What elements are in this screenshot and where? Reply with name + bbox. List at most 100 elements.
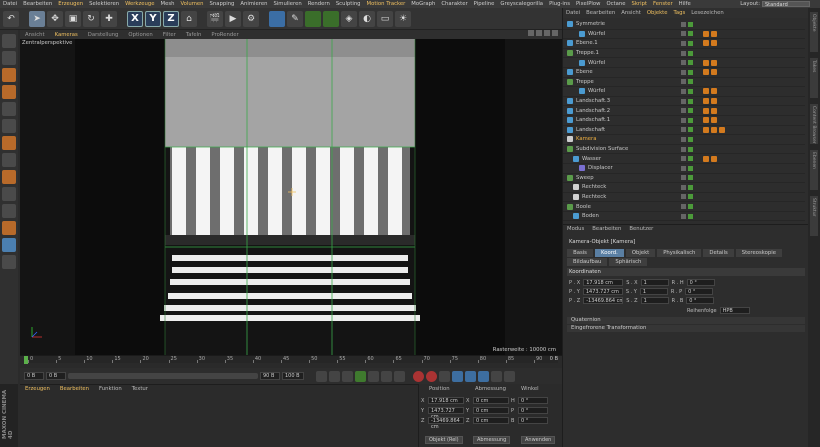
editor-visibility-dot[interactable]	[681, 60, 686, 66]
object-row[interactable]: Boden	[563, 212, 805, 222]
workplane-icon[interactable]	[2, 85, 16, 99]
scale-field[interactable]: 1	[639, 288, 668, 295]
menu-8[interactable]: Animieren	[237, 1, 270, 7]
model-mode-icon[interactable]	[2, 51, 16, 65]
subdivision-icon[interactable]	[305, 10, 321, 27]
menu-20[interactable]: Skript	[628, 1, 650, 7]
object-row[interactable]: Würfel	[563, 87, 805, 97]
coord-size-field[interactable]: 0 cm	[473, 397, 509, 404]
scale-key-icon[interactable]	[465, 370, 476, 382]
coord-size-field[interactable]: 0 cm	[473, 407, 509, 414]
menu-16[interactable]: Greyscalegorilla	[497, 1, 546, 7]
timeline-marker[interactable]	[24, 356, 28, 364]
material-tag-icon[interactable]	[711, 117, 717, 124]
object-row[interactable]: Displacer	[563, 164, 805, 174]
material-menu-2[interactable]: Funktion	[94, 386, 127, 392]
enabled-check-icon[interactable]	[688, 184, 693, 190]
enabled-check-icon[interactable]	[688, 213, 693, 219]
object-row[interactable]: Ebene	[563, 68, 805, 78]
object-name[interactable]: Landschaft	[576, 127, 605, 133]
object-menu-2[interactable]: Ansicht	[618, 10, 644, 16]
object-menu-4[interactable]: Tags	[670, 10, 688, 16]
editor-visibility-dot[interactable]	[681, 50, 686, 56]
material-tag-icon[interactable]	[703, 126, 709, 133]
material-menu-0[interactable]: Erzeugen	[20, 386, 55, 392]
cloner-icon[interactable]	[323, 10, 339, 27]
menu-17[interactable]: Plug-ins	[546, 1, 573, 7]
tab-2[interactable]: Objekt	[625, 249, 656, 257]
enabled-check-icon[interactable]	[688, 156, 693, 162]
enabled-check-icon[interactable]	[688, 50, 693, 56]
material-tag-icon[interactable]	[711, 40, 717, 47]
editor-visibility-dot[interactable]	[681, 31, 686, 37]
material-tag-icon[interactable]	[703, 69, 709, 76]
material-tag-icon[interactable]	[711, 107, 717, 114]
coord-position-field[interactable]: 1473.727 cm	[428, 407, 464, 420]
edges-mode-icon[interactable]	[2, 119, 16, 133]
light-icon[interactable]: ☀	[395, 10, 411, 27]
object-name[interactable]: Würfel	[588, 31, 605, 37]
coord-angle-field[interactable]: 0 °	[518, 397, 548, 404]
keyframe-selection-icon[interactable]	[439, 370, 450, 382]
enabled-check-icon[interactable]	[688, 175, 693, 181]
material-menu-3[interactable]: Textur	[127, 386, 153, 392]
editor-visibility-dot[interactable]	[681, 40, 686, 46]
viewport-nav-icons[interactable]	[528, 30, 558, 36]
scale-field[interactable]: 1	[640, 297, 669, 304]
points-mode-icon[interactable]	[2, 102, 16, 116]
cube-primitive-icon[interactable]	[269, 10, 285, 27]
move-tool-icon[interactable]: ✥	[47, 10, 63, 27]
object-row[interactable]: Treppe.1	[563, 49, 805, 59]
object-row[interactable]: Subdivision Surface	[563, 145, 805, 155]
object-row[interactable]: Kamera	[563, 135, 805, 145]
make-editable-icon[interactable]	[2, 34, 16, 48]
apply-button[interactable]: Anwenden	[521, 436, 556, 444]
object-name[interactable]: Symmetrie	[576, 21, 605, 27]
record-icon[interactable]	[413, 370, 424, 382]
timeline-track[interactable]: 0 5 10 15 20 25 30 35 40 45 50 55 60 65 70 75 80 85 90	[24, 356, 558, 363]
enabled-check-icon[interactable]	[688, 146, 693, 152]
param-key-icon[interactable]	[491, 370, 502, 382]
enabled-check-icon[interactable]	[688, 108, 693, 114]
tab-3[interactable]: Physikalisch	[657, 249, 702, 257]
rotation-key-icon[interactable]	[478, 370, 489, 382]
enabled-check-icon[interactable]	[688, 88, 693, 94]
editor-visibility-dot[interactable]	[681, 108, 686, 114]
editor-visibility-dot[interactable]	[681, 204, 686, 210]
material-tag-icon[interactable]	[711, 69, 717, 76]
object-row[interactable]: Rechteck	[563, 183, 805, 193]
next-key-icon[interactable]	[381, 370, 392, 382]
editor-visibility-dot[interactable]	[681, 184, 686, 190]
enabled-check-icon[interactable]	[688, 165, 693, 171]
attribute-menu-1[interactable]: Bearbeiten	[588, 226, 625, 232]
tab-4[interactable]: Details	[703, 249, 734, 257]
menu-4[interactable]: Werkzeuge	[122, 1, 157, 7]
enabled-check-icon[interactable]	[688, 204, 693, 210]
enabled-check-icon[interactable]	[688, 117, 693, 123]
editor-visibility-dot[interactable]	[681, 213, 686, 219]
material-tag-icon[interactable]	[711, 30, 717, 37]
grid-icon[interactable]	[2, 238, 16, 252]
viewport[interactable]: Zentralperspektive Rasterweite : 10000 c…	[20, 39, 562, 355]
scale-tool-icon[interactable]: ▣	[65, 10, 81, 27]
object-name[interactable]: Würfel	[588, 60, 605, 66]
menu-22[interactable]: Hilfe	[676, 1, 694, 7]
menu-10[interactable]: Rendern	[305, 1, 333, 7]
deformer-icon[interactable]: ◈	[341, 10, 357, 27]
object-row[interactable]: Würfel	[563, 58, 805, 68]
coord-size-select[interactable]: Abmessung	[473, 436, 511, 444]
solo-icon[interactable]	[2, 204, 16, 218]
menu-11[interactable]: Sculpting	[333, 1, 364, 7]
viewport-menu-2[interactable]: Darstellung	[83, 32, 124, 38]
material-tag-icon[interactable]	[703, 117, 709, 124]
prev-frame-icon[interactable]	[342, 370, 353, 382]
viewport-menu-6[interactable]: ProRender	[206, 32, 243, 38]
start-frame-field[interactable]: 0 B	[24, 372, 44, 380]
menu-9[interactable]: Simulieren	[270, 1, 304, 7]
material-tag-icon[interactable]	[703, 88, 709, 95]
texture-mode-icon[interactable]	[2, 68, 16, 82]
coordinate-system-icon[interactable]: ⌂	[181, 10, 197, 27]
preview-range-slider[interactable]	[68, 373, 258, 379]
viewport-menu-1[interactable]: Kameras	[50, 32, 83, 38]
material-tag-icon[interactable]	[703, 30, 709, 37]
